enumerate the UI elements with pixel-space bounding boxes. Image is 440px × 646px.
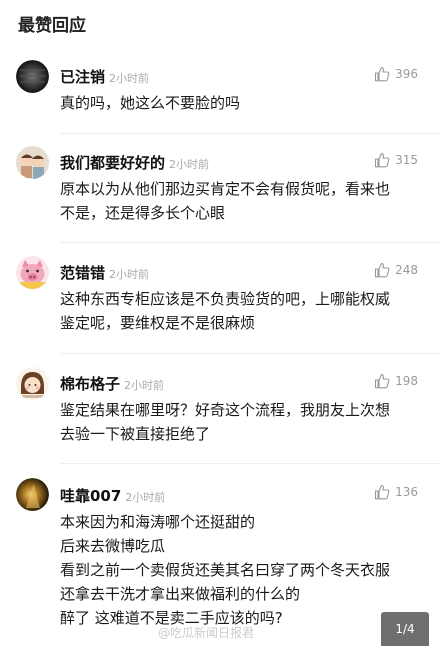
comment-text: 真的吗，她这么不要脸的吗: [60, 94, 241, 112]
comment-text: 鉴定结果在哪里呀？好奇这个流程，我朋友上次想 去验一下被直接拒绝了: [60, 401, 391, 443]
comment-divider: [60, 242, 440, 243]
thumbs-up-icon: [375, 262, 390, 278]
like-button[interactable]: 136: [374, 484, 418, 500]
comment-username[interactable]: 棉布格子 2小时前: [60, 373, 164, 394]
like-count: 198: [395, 374, 418, 388]
page-indicator-button[interactable]: 1/4: [381, 612, 429, 646]
comment-time: 2小时前: [125, 491, 166, 504]
thumbs-up-icon: [375, 66, 390, 82]
watermark: @吃瓜新闻日报君: [158, 626, 255, 640]
comment-username[interactable]: 哇靠007 2小时前: [60, 485, 165, 506]
like-count: 248: [395, 263, 418, 277]
thumbs-up-icon: [375, 373, 390, 389]
like-button[interactable]: 396: [374, 66, 418, 82]
like-count: 315: [395, 153, 418, 167]
comment-username[interactable]: 范错错 2小时前: [60, 262, 149, 283]
like-count: 136: [395, 485, 418, 499]
comment-time: 2小时前: [109, 268, 150, 281]
like-button[interactable]: 315: [374, 152, 418, 168]
thumbs-up-icon: [375, 484, 390, 500]
thumbs-up-icon: [375, 152, 390, 168]
comment-divider: [60, 133, 440, 134]
pink-pig-avatar[interactable]: [16, 256, 49, 289]
comment-text: 这种东西专柜应该是不负责验货的吧，上哪能权威 鉴定呢，要维权是不是很麻烦: [60, 290, 391, 332]
section-title: 最赞回应: [18, 16, 86, 36]
comment-text: 原本以为从他们那边买肯定不会有假货呢，看来也 不是，还是得多长个心眼: [60, 180, 391, 222]
comment-time: 2小时前: [169, 158, 210, 171]
comment-username[interactable]: 已注销 2小时前: [60, 66, 149, 87]
dark-circle-avatar[interactable]: [16, 60, 49, 93]
comment-username[interactable]: 我们都要好好的 2小时前: [60, 152, 209, 173]
comment-divider: [60, 463, 440, 464]
comment-time: 2小时前: [124, 379, 165, 392]
like-count: 396: [395, 67, 418, 81]
cartoon-kids-avatar[interactable]: [16, 146, 49, 179]
golden-light-avatar[interactable]: [16, 478, 49, 511]
cartoon-girl-avatar[interactable]: [16, 367, 49, 400]
comment-text: 本来因为和海涛哪个还挺甜的 后来去微博吃瓜 看到之前一个卖假货还美其名曰穿了两个…: [60, 513, 391, 627]
comment-time: 2小时前: [109, 72, 150, 85]
like-button[interactable]: 198: [374, 373, 418, 389]
like-button[interactable]: 248: [374, 262, 418, 278]
comment-divider: [60, 353, 440, 354]
